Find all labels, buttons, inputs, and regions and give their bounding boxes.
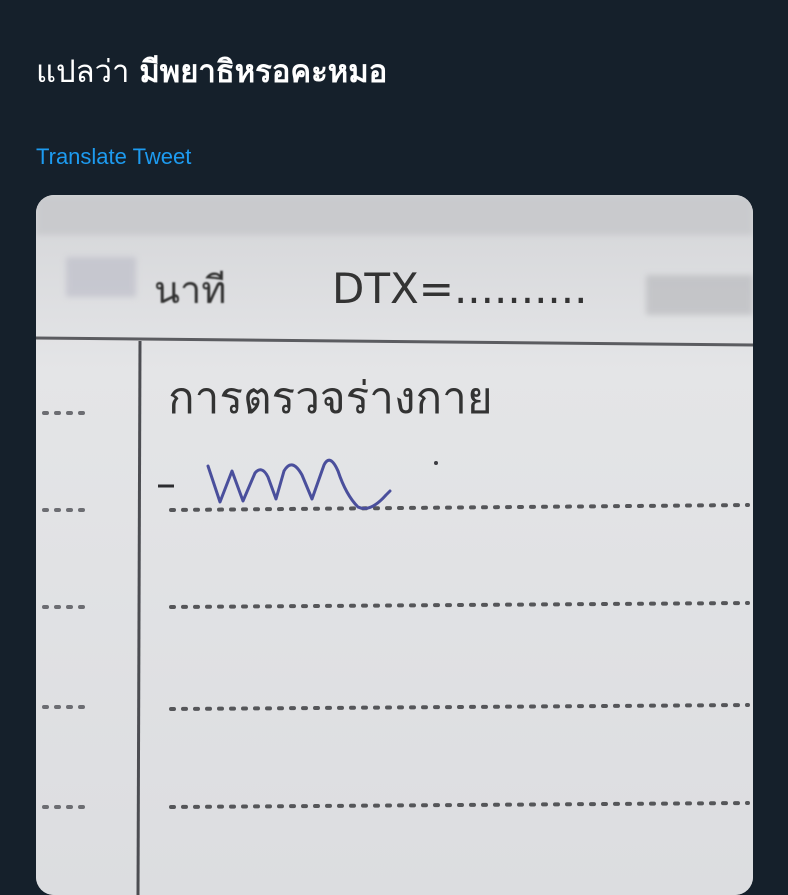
form-photo: นาที DTX=.......... การตรวจร่างกาย bbox=[36, 195, 753, 895]
form-label-dtx: DTX=.......... bbox=[332, 264, 587, 313]
blurred-mark bbox=[66, 257, 136, 297]
translate-tweet-link[interactable]: Translate Tweet bbox=[36, 144, 191, 170]
form-label-minute: นาที bbox=[154, 268, 226, 312]
tweet-text: แปลว่า มีพยาธิหรอคะหมอ bbox=[36, 50, 387, 94]
column-divider bbox=[136, 340, 142, 895]
tweet-text-lead: แปลว่า bbox=[36, 54, 130, 90]
blurred-top-row bbox=[36, 195, 753, 235]
tweet-text-bold: มีพยาธิหรอคะหมอ bbox=[139, 54, 388, 90]
form-heading: การตรวจร่างกาย bbox=[168, 373, 493, 424]
ink-dot bbox=[434, 461, 438, 465]
tweet-media-image[interactable]: นาที DTX=.......... การตรวจร่างกาย bbox=[36, 195, 753, 895]
blurred-right-text bbox=[646, 275, 753, 315]
